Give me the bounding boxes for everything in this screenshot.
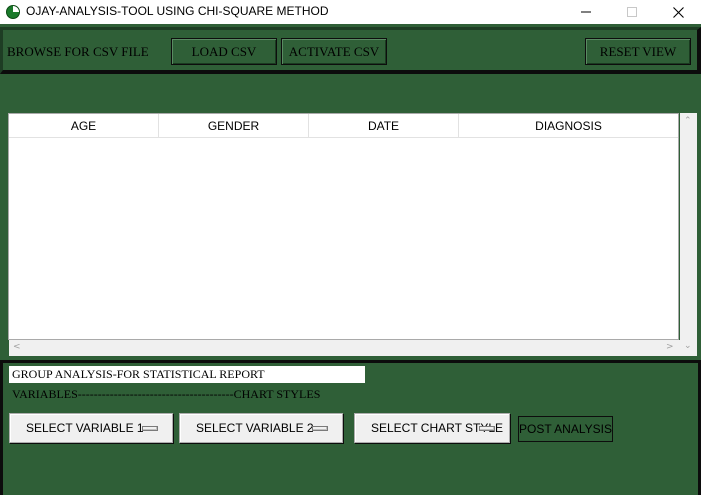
- select-variable-1-label: SELECT VARIABLE 1: [26, 421, 144, 435]
- dropdown-indicator-icon: [142, 426, 158, 431]
- scroll-right-icon[interactable]: >: [666, 342, 674, 352]
- dropdown-indicator-icon: [479, 426, 495, 431]
- title-bar: OJAY-ANALYSIS-TOOL USING CHI-SQUARE METH…: [0, 0, 701, 24]
- select-chart-style-dropdown[interactable]: SELECT CHART STYLE: [354, 413, 510, 443]
- vertical-scrollbar[interactable]: ⌃ ⌄: [680, 113, 697, 356]
- browse-csv-label[interactable]: BROWSE FOR CSV FILE: [7, 44, 149, 60]
- horizontal-scrollbar[interactable]: < >: [9, 340, 680, 356]
- reset-view-button[interactable]: RESET VIEW: [585, 38, 691, 65]
- group-analysis-title: GROUP ANALYSIS-FOR STATISTICAL REPORT: [9, 366, 365, 383]
- csv-toolbar: BROWSE FOR CSV FILE LOAD CSV ACTIVATE CS…: [0, 27, 701, 74]
- minimize-button[interactable]: [563, 0, 609, 24]
- scroll-up-icon[interactable]: ⌃: [684, 116, 692, 126]
- minimize-icon: [581, 11, 591, 13]
- select-variable-1-dropdown[interactable]: SELECT VARIABLE 1: [9, 413, 173, 443]
- dropdown-indicator-icon: [312, 426, 328, 431]
- variables-chart-styles-label: VARIABLES-------------------------------…: [12, 387, 321, 401]
- load-csv-button[interactable]: LOAD CSV: [171, 38, 277, 65]
- column-header-diagnosis[interactable]: DIAGNOSIS: [459, 114, 678, 138]
- table-panel: AGE GENDER DATE DIAGNOSIS: [0, 106, 701, 360]
- column-header-date[interactable]: DATE: [309, 114, 459, 138]
- data-table[interactable]: AGE GENDER DATE DIAGNOSIS: [8, 113, 679, 340]
- select-variable-2-label: SELECT VARIABLE 2: [196, 421, 314, 435]
- post-analysis-button[interactable]: POST ANALYSIS: [518, 416, 613, 442]
- scroll-left-icon[interactable]: <: [13, 342, 21, 352]
- activate-csv-button[interactable]: ACTIVATE CSV: [281, 38, 387, 65]
- app-pie-icon: [6, 5, 20, 19]
- table-header: AGE GENDER DATE DIAGNOSIS: [9, 114, 680, 138]
- status-strip: [0, 78, 701, 106]
- maximize-icon: [627, 7, 637, 17]
- close-button[interactable]: [655, 0, 701, 24]
- select-variable-2-dropdown[interactable]: SELECT VARIABLE 2: [179, 413, 343, 443]
- column-header-age[interactable]: AGE: [9, 114, 159, 138]
- column-header-gender[interactable]: GENDER: [159, 114, 309, 138]
- maximize-button[interactable]: [609, 0, 655, 24]
- close-icon: [672, 6, 684, 18]
- scroll-down-icon[interactable]: ⌄: [684, 341, 692, 351]
- window-title: OJAY-ANALYSIS-TOOL USING CHI-SQUARE METH…: [26, 4, 329, 18]
